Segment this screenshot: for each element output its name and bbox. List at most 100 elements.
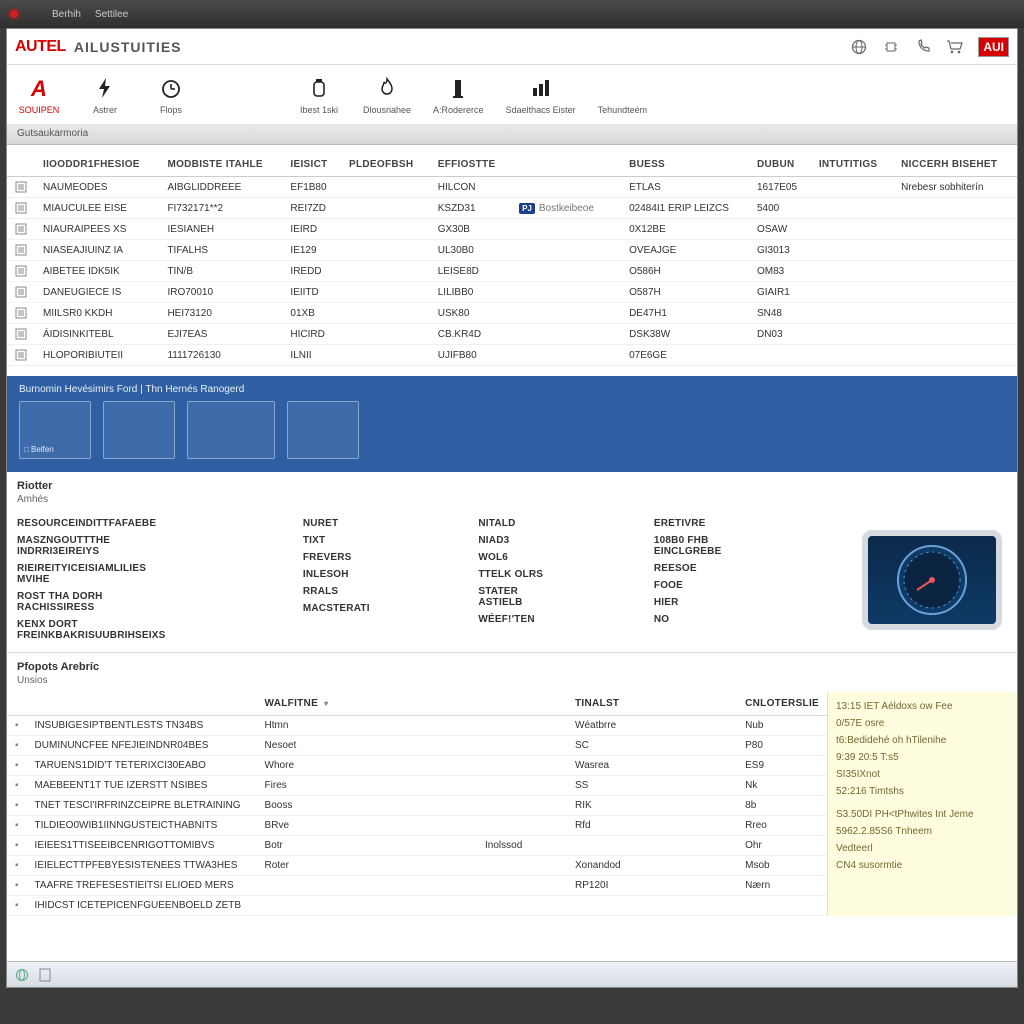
detail-row: Nitald: [478, 515, 644, 532]
row-marker-icon: ▪: [7, 856, 27, 876]
detail-row: TIxT: [303, 532, 469, 549]
table-row[interactable]: ▪DUMINUNCFEE NFEJIEINDNR04BESNesoetSCP80: [7, 736, 827, 756]
cart-icon[interactable]: [946, 38, 964, 56]
table-row[interactable]: ▪IEIEES1TTISEEIBCENRIGOTTOMIBVSBotrInols…: [7, 836, 827, 856]
lower-section-title: Pfopots Arebríc: [7, 653, 1017, 675]
row-icon: [7, 240, 35, 261]
note-line: CN4 susormtie: [836, 857, 1009, 874]
table-row[interactable]: ÁIDISINKITEBLEJI7EASHICIRDCB.KR4DDSK38WD…: [7, 324, 1017, 345]
row-marker-icon: ▪: [7, 836, 27, 856]
toolbar-aroder[interactable]: A:Rodererce: [433, 74, 484, 115]
row-icon: [7, 177, 35, 198]
details-section-title: Riotter: [7, 472, 1017, 494]
detail-row: KENX DORT FREINKBAKRISUUBRIHSEIXS: [17, 616, 293, 644]
chevron-down-icon[interactable]: ▾: [324, 699, 328, 708]
detail-row: RIEIREITYICEISIAMLILIES MVIHE: [17, 560, 293, 588]
toolbar-tehun[interactable]: Tehundteém: [598, 74, 648, 115]
props-table: Walfitne▾ Tinalst Cnloterslie ▪INSUBIGES…: [7, 692, 827, 916]
preview-strip: Burnomin Hevésimirs Ford | Thn Hernés Ra…: [7, 376, 1017, 472]
modules-table: IIOODDR1FHESIOE MODBISTE ITAHLE IEISICT …: [7, 153, 1017, 366]
toolbar-scan[interactable]: A SOUIPEN: [17, 74, 61, 115]
app-window: AUTEL AILUSTUITIES AUI A SOUIPEN Astrer …: [6, 28, 1018, 988]
thumbnail-2[interactable]: [103, 401, 175, 459]
row-marker-icon: ▪: [7, 816, 27, 836]
detail-row: 108B0 FHB EINclgrebe: [654, 532, 847, 560]
table-row[interactable]: NAUMEODESAIBGLIDDREEEEF1B80HILCONETLAS16…: [7, 177, 1017, 198]
app-title: AILUSTUITIES: [74, 39, 182, 55]
system-titlebar: Berhih Settilee: [0, 0, 1024, 28]
note-line: t6:Bedidehé oh hTilenihe: [836, 732, 1009, 749]
detail-row: Stater Astielb: [478, 583, 644, 611]
table-row[interactable]: DANEUGIECE ISIRO70010IEIITDLILIBB0O587HG…: [7, 282, 1017, 303]
note-line: SI35IXnot: [836, 766, 1009, 783]
bolt-icon: [91, 74, 119, 102]
window-footer: [7, 961, 1017, 987]
table-row[interactable]: ▪TNET TESCI'IRFRINZCEIPRE BLETRAININGBoo…: [7, 796, 827, 816]
breadcrumb-bar: Gutsaukarmoria: [7, 125, 1017, 145]
row-icon: [7, 303, 35, 324]
row-marker-icon: ▪: [7, 756, 27, 776]
detail-row: Eretivre: [654, 515, 847, 532]
table-row[interactable]: NIASEAJIUINZ IATIFALHSIE129UL30B0OVEAJGE…: [7, 240, 1017, 261]
toolbar-stats[interactable]: Sdaelthacs Eister: [506, 74, 576, 115]
app-header: AUTEL AILUSTUITIES AUI: [7, 29, 1017, 65]
row-marker-icon: ▪: [7, 776, 27, 796]
table-row[interactable]: MIILSR0 KKDHHEI7312001XBUSK80DE47H1SN48: [7, 303, 1017, 324]
table-row[interactable]: ▪INSUBIGESIPTBENTLESTS TN34BSHtmnWéatbrr…: [7, 716, 827, 736]
note-line: S3.50DI PH<tPhwites Int Jeme: [836, 806, 1009, 823]
table-row[interactable]: ▪TILDIEO0WIB1IINNGUSTEICTHABNITSBRveRfdR…: [7, 816, 827, 836]
toolbar: A SOUIPEN Astrer Flops Ibest 1ski Dlousr…: [7, 65, 1017, 125]
table-row[interactable]: AIBETEE IDK5IKTIN/BIREDDLEISE8DO586HОМ83: [7, 261, 1017, 282]
detail-row: Macsterati: [303, 600, 469, 617]
detail-row: Hier: [654, 594, 847, 611]
jar-icon: [305, 74, 333, 102]
footer-globe-icon[interactable]: [15, 968, 29, 982]
table-row[interactable]: ▪IEIELECTTPFEBYESISTENEES TTWA3HESRoterX…: [7, 856, 827, 876]
table-row[interactable]: MIAUCULEE EISEFI732171**2REI7ZDKSZD31PJB…: [7, 198, 1017, 219]
phone-icon[interactable]: [914, 38, 932, 56]
row-icon: [7, 261, 35, 282]
lower-panel: Walfitne▾ Tinalst Cnloterslie ▪INSUBIGES…: [7, 692, 1017, 916]
thumbnail-3[interactable]: [187, 401, 275, 459]
toolbar-ibest[interactable]: Ibest 1ski: [297, 74, 341, 115]
gauge-icon: [897, 545, 967, 615]
brand-badge: AUI: [978, 37, 1009, 57]
menu-item-1[interactable]: Berhih: [52, 9, 81, 20]
note-line: 13:15 IET Aéldoxs ow Fee: [836, 698, 1009, 715]
thumbnail-1[interactable]: □ Belfen: [19, 401, 91, 459]
thumbnail-4[interactable]: [287, 401, 359, 459]
device-preview: [857, 515, 1007, 644]
chip-icon[interactable]: [882, 38, 900, 56]
menu-item-2[interactable]: Settilee: [95, 9, 128, 20]
table-row[interactable]: ▪IHIDCST ICETEPICENFGUEENBOELD ZETB: [7, 896, 827, 916]
svg-text:A: A: [30, 76, 47, 101]
lower-section-sub: Unsios: [7, 675, 1017, 692]
globe-icon[interactable]: [850, 38, 868, 56]
table-row[interactable]: ▪TARUENS1DID'T TETERIXCI30EABOWhoreWasre…: [7, 756, 827, 776]
toolbar-aster[interactable]: Astrer: [83, 74, 127, 115]
row-marker-icon: ▪: [7, 876, 27, 896]
row-marker-icon: ▪: [7, 896, 27, 916]
table-row[interactable]: ▪TAAFRE TREFESESTIEITSI ELIOED MERSRP120…: [7, 876, 827, 896]
row-marker-icon: ▪: [7, 796, 27, 816]
details-panel: RESOURCEINDITTFAFAEBEMASZNGOUTTTHE INDRR…: [7, 511, 1017, 653]
preview-strip-title: Burnomin Hevésimirs Ford | Thn Hernés Ra…: [19, 384, 1005, 395]
toolbar-flops[interactable]: Flops: [149, 74, 193, 115]
table-row[interactable]: NIAURAIPEES XSIESIANEHIEIRDGX30B0X12BEOS…: [7, 219, 1017, 240]
table-row[interactable]: ▪MAEBEENT1T TUE IZERSTT NSIBESFiresSSNk: [7, 776, 827, 796]
toolbar-dlous[interactable]: Dlousriahee: [363, 74, 411, 115]
footer-page-icon[interactable]: [39, 968, 51, 982]
detail-row: Ttelk Olrs: [478, 566, 644, 583]
detail-row: Fooe: [654, 577, 847, 594]
row-icon: [7, 324, 35, 345]
table-row[interactable]: HLOPORIBIUTEII1111726130ILNIIUJIFB8007E6…: [7, 345, 1017, 366]
chart-bar-icon: [527, 74, 555, 102]
row-icon: [7, 219, 35, 240]
note-line: Vedteerl: [836, 840, 1009, 857]
row-icon: [7, 345, 35, 366]
detail-row: RESOURCEINDITTFAFAEBE: [17, 515, 293, 532]
flame-icon: [373, 74, 401, 102]
details-section-sub: Amhés: [7, 494, 1017, 511]
detail-row: Rrals: [303, 583, 469, 600]
detail-row: Wéef!'Ten: [478, 611, 644, 628]
